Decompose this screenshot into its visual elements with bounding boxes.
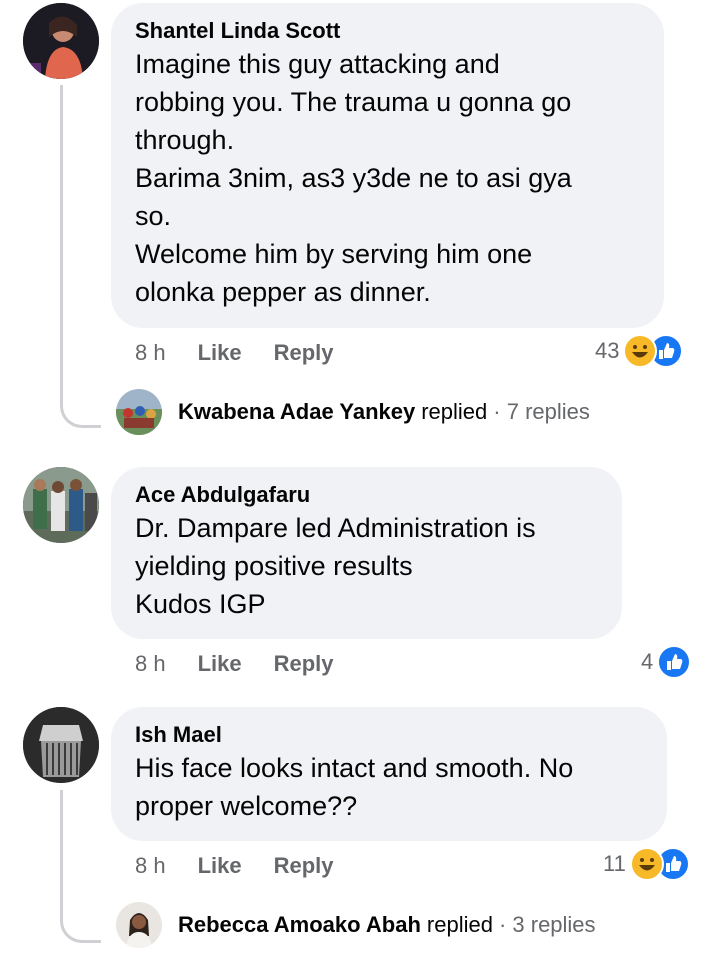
comment-text: His face looks intact and smooth. No pro…: [135, 749, 643, 825]
reaction-summary[interactable]: 4: [641, 645, 692, 679]
comment-line: through.: [135, 125, 235, 155]
avatar[interactable]: [23, 3, 99, 79]
comment-line: so.: [135, 201, 172, 231]
comment-line: yielding positive results: [135, 551, 413, 581]
reaction-count: 43: [595, 338, 620, 363]
comment-line: Dr. Dampare led Administration is: [135, 513, 536, 543]
comment-actions: 8 h Like Reply: [135, 649, 366, 679]
reaction-count: 4: [641, 649, 654, 674]
comment-bubble: Shantel Linda Scott Imagine this guy att…: [111, 3, 664, 328]
comment-line: olonka pepper as dinner.: [135, 277, 431, 307]
haha-icon: [623, 334, 658, 368]
like-button[interactable]: Like: [198, 340, 242, 366]
reply-verb: replied: [421, 399, 488, 424]
haha-icon: [629, 847, 664, 881]
comment-timestamp[interactable]: 8 h: [135, 651, 166, 677]
comment-bubble: Ish Mael His face looks intact and smoot…: [111, 707, 667, 841]
comment-line: Welcome him by serving him one: [135, 239, 533, 269]
reply-verb: replied: [426, 912, 493, 937]
comment-actions: 8 h Like Reply: [135, 851, 366, 881]
reply-button[interactable]: Reply: [274, 853, 334, 879]
comment-author[interactable]: Ish Mael: [135, 721, 643, 749]
reaction-summary[interactable]: 11: [603, 847, 690, 881]
comment-bubble: Ace Abdulgafaru Dr. Dampare led Administ…: [111, 467, 622, 639]
view-replies-link[interactable]: Rebecca Amoako Abah replied · 3 replies: [116, 902, 596, 948]
comment-author[interactable]: Shantel Linda Scott: [135, 17, 640, 45]
comment-text: Imagine this guy attacking and robbing y…: [135, 45, 640, 311]
avatar[interactable]: [23, 707, 99, 783]
comment-timestamp[interactable]: 8 h: [135, 853, 166, 879]
comment-line: Imagine this guy attacking and: [135, 49, 500, 79]
reply-author: Rebecca Amoako Abah: [178, 912, 421, 937]
reply-count: · 7 replies: [493, 399, 590, 424]
like-button[interactable]: Like: [198, 651, 242, 677]
reply-avatar: [116, 902, 162, 948]
comment-actions: 8 h Like Reply: [135, 338, 366, 368]
comment-line: Barima 3nim, as3 y3de ne to asi gya: [135, 163, 572, 193]
reply-avatar: [116, 389, 162, 435]
like-button[interactable]: Like: [198, 853, 242, 879]
reaction-count: 11: [603, 851, 626, 876]
avatar[interactable]: [23, 467, 99, 543]
like-icon: [657, 645, 692, 679]
reply-thread-line: [60, 790, 101, 943]
comment-line: proper welcome??: [135, 791, 358, 821]
comment-line: His face looks intact and smooth. No: [135, 753, 574, 783]
reply-author: Kwabena Adae Yankey: [178, 399, 416, 424]
comment-text: Dr. Dampare led Administration is yieldi…: [135, 509, 598, 623]
comment-author[interactable]: Ace Abdulgafaru: [135, 481, 598, 509]
view-replies-link[interactable]: Kwabena Adae Yankey replied · 7 replies: [116, 389, 590, 435]
comment-timestamp[interactable]: 8 h: [135, 340, 166, 366]
reply-thread-line: [60, 85, 101, 428]
reply-button[interactable]: Reply: [274, 651, 334, 677]
reaction-summary[interactable]: 43: [595, 334, 684, 368]
reply-button[interactable]: Reply: [274, 340, 334, 366]
comment-line: Kudos IGP: [135, 589, 266, 619]
comment-line: robbing you. The trauma u gonna go: [135, 87, 572, 117]
reply-count: · 3 replies: [498, 912, 596, 937]
